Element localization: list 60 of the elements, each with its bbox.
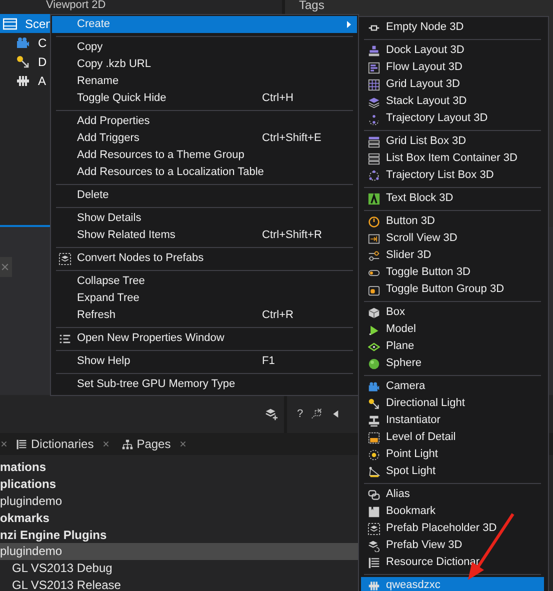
menu-label: Copy .kzb URL xyxy=(77,57,152,72)
menu-label: Empty Node 3D xyxy=(386,20,465,36)
menu-label: Refresh xyxy=(77,308,117,324)
menu-label: Trajectory Layout 3D xyxy=(386,111,489,126)
shortcut: F1 xyxy=(262,354,276,370)
shortcut: Ctrl+R xyxy=(262,308,294,324)
menu-label: Plane xyxy=(386,339,416,354)
menu-label: Trajectory List Box 3D xyxy=(386,168,495,184)
menu-label: Slider 3D xyxy=(386,248,432,264)
tree-header: Viewport 2D xyxy=(45,0,107,13)
menu-label: Directional Light xyxy=(386,396,466,412)
menu-label: Stack Layout 3D xyxy=(386,94,468,110)
menu-label: Add Properties xyxy=(77,114,151,130)
menu-label: Add Resources to a Localization Table xyxy=(77,165,264,180)
menu-label: Point Light xyxy=(386,447,439,462)
menu-label: Set Sub-tree GPU Memory Type xyxy=(77,377,236,392)
menu-label: Grid List Box 3D xyxy=(386,134,468,150)
shortcut: Ctrl+H xyxy=(262,91,294,106)
menu-label: Show Details xyxy=(77,211,142,226)
menu-label: Bookmark xyxy=(386,504,437,520)
menu-label: Delete xyxy=(77,188,110,204)
menu-label: Sphere xyxy=(386,356,422,372)
menu-label: Alias xyxy=(386,487,411,502)
menu-label: Text Block 3D xyxy=(386,191,454,206)
panel-title: Tags xyxy=(299,0,326,10)
menu-label: Show Related Items xyxy=(77,228,176,244)
menu-label: Level of Detail xyxy=(386,430,457,446)
menu-label: Create xyxy=(77,17,112,32)
menu-label: Flow Layout 3D xyxy=(386,60,464,76)
tree-label: C xyxy=(38,34,47,52)
menu-label: Expand Tree xyxy=(77,291,140,306)
menu-label: Copy xyxy=(77,40,104,56)
menu-label: Show Help xyxy=(77,354,132,370)
menu-label: Open New Properties Window xyxy=(77,331,226,346)
menu-label: Resource Dictionar xyxy=(386,555,481,570)
shortcut: Ctrl+Shift+R xyxy=(262,228,323,244)
menu-label: Rename xyxy=(77,74,120,90)
menu-label: Button 3D xyxy=(386,214,436,230)
menu-label: qweasdzxc xyxy=(386,578,442,591)
menu-label: Toggle Button Group 3D xyxy=(386,282,506,298)
menu-label: Collapse Tree xyxy=(77,274,146,290)
tree-label: D xyxy=(38,54,47,70)
menu-label: Scroll View 3D xyxy=(386,231,458,246)
menu-label: Toggle Quick Hide xyxy=(77,91,168,106)
menu-label: Grid Layout 3D xyxy=(386,77,461,92)
menu-label: Camera xyxy=(386,379,426,394)
menu-label: Toggle Button 3D xyxy=(386,265,472,280)
shortcut: Ctrl+Shift+E xyxy=(262,131,322,146)
menu-label: Prefab Placeholder 3D xyxy=(386,521,498,536)
menu-label: Add Resources to a Theme Group xyxy=(77,148,246,164)
menu-label: Model xyxy=(386,322,417,338)
menu-label: List Box Item Container 3D xyxy=(386,151,518,166)
menu-label: Box xyxy=(386,305,406,320)
menu-label: Add Triggers xyxy=(77,131,140,146)
menu-label: Prefab View 3D xyxy=(386,538,464,554)
menu-label: Spot Light xyxy=(386,464,437,480)
tree-label: A xyxy=(38,72,46,90)
menu-label: Convert Nodes to Prefabs xyxy=(77,251,205,266)
menu-label: Instantiator xyxy=(386,413,442,428)
menu-label: Dock Layout 3D xyxy=(386,43,466,58)
